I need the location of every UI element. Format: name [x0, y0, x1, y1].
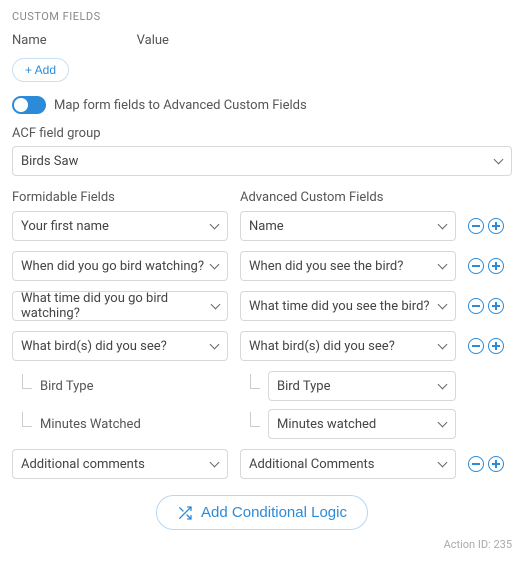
tree-connector-icon: [12, 412, 34, 436]
chevron-down-icon: [437, 261, 447, 271]
map-row: What time did you go bird watching? What…: [12, 291, 512, 321]
chevron-down-icon: [210, 301, 219, 311]
sub-row: Bird Type Bird Type: [12, 371, 512, 401]
acf-field-select[interactable]: Name: [240, 211, 456, 241]
formidable-field-select[interactable]: Your first name: [12, 211, 228, 241]
add-row-button[interactable]: [488, 218, 504, 234]
add-conditional-logic-button[interactable]: Add Conditional Logic: [156, 495, 368, 530]
section-title: CUSTOM FIELDS: [12, 10, 512, 23]
add-button-label: + Add: [25, 63, 56, 77]
chevron-down-icon: [493, 156, 503, 166]
formidable-header: Formidable Fields: [12, 190, 224, 205]
acf-field-select[interactable]: When did you see the bird?: [240, 251, 456, 281]
acf-field-select[interactable]: What time did you see the bird?: [240, 291, 456, 321]
add-row-button[interactable]: [488, 258, 504, 274]
tree-connector-icon: [240, 374, 262, 398]
select-value: Minutes watched: [277, 417, 376, 432]
sub-row: Minutes Watched Minutes watched: [12, 409, 512, 439]
formidable-field-select[interactable]: What time did you go bird watching?: [12, 291, 228, 321]
chevron-down-icon: [209, 459, 219, 469]
remove-row-button[interactable]: [468, 298, 484, 314]
select-value: Name: [249, 219, 284, 234]
select-value: What time did you see the bird?: [249, 299, 430, 314]
value-label: Value: [137, 33, 169, 48]
select-value: Additional Comments: [249, 457, 374, 472]
select-value: What bird(s) did you see?: [249, 339, 395, 354]
remove-row-button[interactable]: [468, 456, 484, 472]
acf-field-select[interactable]: What bird(s) did you see?: [240, 331, 456, 361]
acf-subfield-select[interactable]: Bird Type: [268, 371, 456, 401]
formidable-field-select[interactable]: When did you go bird watching?: [12, 251, 228, 281]
chevron-down-icon: [437, 341, 447, 351]
formidable-field-select[interactable]: What bird(s) did you see?: [12, 331, 228, 361]
acf-group-label: ACF field group: [12, 126, 512, 141]
select-value: What bird(s) did you see?: [21, 339, 167, 354]
tree-connector-icon: [240, 412, 262, 436]
acf-field-select[interactable]: Additional Comments: [240, 449, 456, 479]
chevron-down-icon: [437, 221, 447, 231]
conditional-label: Add Conditional Logic: [201, 504, 347, 521]
select-value: When did you see the bird?: [249, 259, 403, 274]
map-fields-toggle[interactable]: [12, 96, 46, 114]
name-value-header: Name Value: [12, 33, 512, 48]
select-value: What time did you go bird watching?: [21, 291, 210, 321]
sub-field-label: Minutes Watched: [40, 417, 141, 432]
select-value: Bird Type: [277, 379, 331, 394]
remove-row-button[interactable]: [468, 218, 484, 234]
add-row-button[interactable]: [488, 456, 504, 472]
acf-group-value: Birds Saw: [21, 154, 78, 169]
sub-field-label: Bird Type: [40, 379, 94, 394]
acf-subfield-select[interactable]: Minutes watched: [268, 409, 456, 439]
remove-row-button[interactable]: [468, 338, 484, 354]
add-button[interactable]: + Add: [12, 58, 69, 82]
select-value: When did you go bird watching?: [21, 259, 204, 274]
add-row-button[interactable]: [488, 298, 504, 314]
shuffle-icon: [177, 505, 193, 521]
chevron-down-icon: [209, 341, 219, 351]
add-row-button[interactable]: [488, 338, 504, 354]
map-fields-label: Map form fields to Advanced Custom Field…: [54, 98, 307, 113]
select-value: Your first name: [21, 219, 109, 234]
tree-connector-icon: [12, 374, 34, 398]
map-row: Additional comments Additional Comments: [12, 449, 512, 479]
formidable-field-select[interactable]: Additional comments: [12, 449, 228, 479]
chevron-down-icon: [209, 261, 219, 271]
chevron-down-icon: [437, 381, 447, 391]
remove-row-button[interactable]: [468, 258, 484, 274]
map-row: Your first name Name: [12, 211, 512, 241]
chevron-down-icon: [437, 301, 447, 311]
action-id-footer: Action ID: 235: [12, 538, 512, 551]
acf-header: Advanced Custom Fields: [240, 190, 452, 205]
acf-group-select[interactable]: Birds Saw: [12, 146, 512, 176]
map-row: What bird(s) did you see? What bird(s) d…: [12, 331, 512, 361]
name-label: Name: [12, 33, 47, 48]
chevron-down-icon: [437, 459, 447, 469]
chevron-down-icon: [437, 419, 447, 429]
map-row: When did you go bird watching? When did …: [12, 251, 512, 281]
chevron-down-icon: [209, 221, 219, 231]
toggle-knob: [14, 98, 28, 112]
select-value: Additional comments: [21, 457, 145, 472]
